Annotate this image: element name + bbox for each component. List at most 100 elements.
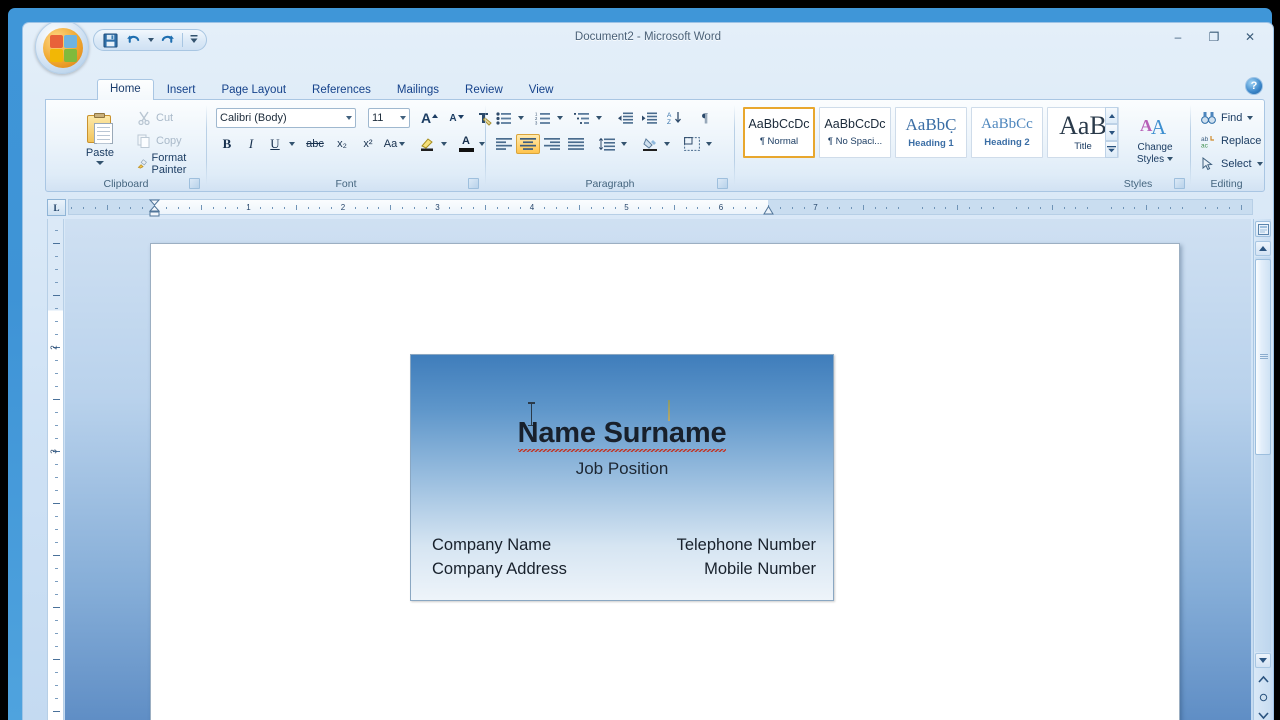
- tab-mailings[interactable]: Mailings: [384, 81, 452, 100]
- find-button[interactable]: Find: [1197, 108, 1257, 128]
- align-right-button[interactable]: [540, 134, 564, 154]
- undo-icon[interactable]: [123, 31, 144, 49]
- card-company-name[interactable]: Company Name: [432, 533, 567, 557]
- document-page[interactable]: Name Surname Job Position Company Name C…: [150, 243, 1180, 720]
- card-company-address[interactable]: Company Address: [432, 557, 567, 581]
- scroll-up-button[interactable]: [1255, 241, 1271, 256]
- justify-button[interactable]: [564, 134, 588, 154]
- style-heading-1[interactable]: AaBbC̣ Heading 1: [895, 107, 967, 158]
- subscript-button[interactable]: x₂: [330, 134, 354, 154]
- paste-button[interactable]: Paste: [74, 106, 126, 172]
- styles-scroll-up-button[interactable]: [1105, 107, 1118, 124]
- close-button[interactable]: ✕: [1235, 27, 1265, 47]
- help-icon[interactable]: ?: [1245, 77, 1263, 95]
- customize-qat-icon[interactable]: [187, 31, 200, 49]
- show-formatting-marks-button[interactable]: ¶: [693, 108, 717, 128]
- line-spacing-dropdown-chevron-down-icon[interactable]: [618, 134, 629, 154]
- paragraph-dialog-launcher[interactable]: [717, 178, 728, 189]
- change-case-button[interactable]: Aa: [382, 134, 407, 154]
- font-dialog-launcher[interactable]: [468, 178, 479, 189]
- tab-review[interactable]: Review: [452, 81, 516, 100]
- vertical-scrollbar[interactable]: [1253, 219, 1271, 720]
- shading-dropdown-chevron-down-icon[interactable]: [661, 134, 672, 154]
- card-job-position-text[interactable]: Job Position: [411, 459, 833, 479]
- copy-button[interactable]: Copy: [132, 131, 187, 151]
- find-chevron-down-icon[interactable]: [1247, 116, 1254, 120]
- minimize-button[interactable]: –: [1163, 27, 1193, 47]
- tab-page-layout[interactable]: Page Layout: [208, 81, 299, 100]
- sort-button[interactable]: A Z: [663, 108, 687, 128]
- font-name-chevron-down-icon[interactable]: [346, 116, 352, 120]
- styles-more-button[interactable]: [1105, 141, 1118, 158]
- multilevel-list-button[interactable]: [570, 108, 594, 128]
- style-normal[interactable]: AaBbCcDc ¶ Normal: [743, 107, 815, 158]
- office-button[interactable]: [35, 23, 89, 74]
- select-browse-object-icon[interactable]: [1256, 690, 1270, 704]
- numbering-dropdown-chevron-down-icon[interactable]: [554, 108, 565, 128]
- decrease-indent-button[interactable]: [613, 108, 637, 128]
- highlight-dropdown-chevron-down-icon[interactable]: [438, 134, 449, 154]
- left-indent-marker[interactable]: [148, 199, 161, 217]
- replace-button[interactable]: ab ac Replace: [1197, 131, 1265, 151]
- select-chevron-down-icon[interactable]: [1256, 162, 1263, 166]
- tab-home[interactable]: Home: [97, 79, 154, 100]
- change-styles-button[interactable]: A A Change Styles: [1124, 106, 1186, 172]
- borders-button[interactable]: [680, 134, 704, 154]
- business-card-table[interactable]: Name Surname Job Position Company Name C…: [410, 354, 834, 601]
- scroll-down-button[interactable]: [1255, 653, 1271, 668]
- vertical-scroll-thumb[interactable]: [1255, 259, 1271, 455]
- font-size-input[interactable]: 11: [368, 108, 410, 128]
- previous-page-icon[interactable]: [1256, 672, 1270, 686]
- paste-dropdown-chevron-down-icon[interactable]: [96, 161, 104, 165]
- next-page-icon[interactable]: [1256, 708, 1270, 720]
- text-highlight-color-button[interactable]: [415, 134, 439, 154]
- style-heading-2[interactable]: AaBbCc Heading 2: [971, 107, 1043, 158]
- underline-button[interactable]: U: [264, 134, 286, 154]
- increase-indent-button[interactable]: [637, 108, 661, 128]
- line-spacing-button[interactable]: [595, 134, 619, 154]
- multilevel-list-dropdown-chevron-down-icon[interactable]: [593, 108, 604, 128]
- align-center-button[interactable]: [516, 134, 540, 154]
- card-name-text[interactable]: Name Surname: [411, 417, 833, 452]
- shrink-font-button[interactable]: A: [444, 108, 469, 128]
- horizontal-ruler[interactable]: 1 2 3 4 5 6 7: [68, 199, 1253, 217]
- numbering-button[interactable]: 1 2 3: [531, 108, 555, 128]
- tab-view[interactable]: View: [516, 81, 567, 100]
- cut-button[interactable]: Cut: [132, 108, 178, 128]
- vertical-ruler[interactable]: 23: [47, 219, 64, 720]
- clipboard-dialog-launcher[interactable]: [189, 178, 200, 189]
- tab-insert[interactable]: Insert: [154, 81, 209, 100]
- tab-references[interactable]: References: [299, 81, 384, 100]
- right-indent-marker[interactable]: [763, 205, 775, 215]
- underline-dropdown-chevron-down-icon[interactable]: [286, 134, 297, 154]
- redo-icon[interactable]: [157, 31, 178, 49]
- vertical-scroll-track[interactable]: [1255, 257, 1271, 652]
- borders-dropdown-chevron-down-icon[interactable]: [703, 134, 714, 154]
- font-name-input[interactable]: Calibri (Body): [216, 108, 356, 128]
- document-canvas[interactable]: Name Surname Job Position Company Name C…: [65, 219, 1251, 720]
- save-icon[interactable]: [100, 31, 121, 49]
- style-no-spacing[interactable]: AaBbCcDc ¶ No Spaci...: [819, 107, 891, 158]
- bullets-button[interactable]: [492, 108, 516, 128]
- bullets-dropdown-chevron-down-icon[interactable]: [515, 108, 526, 128]
- browse-object-icon[interactable]: [1255, 221, 1271, 237]
- tab-stop-selector[interactable]: L: [47, 199, 66, 216]
- grow-font-button[interactable]: A: [417, 108, 442, 128]
- superscript-button[interactable]: x²: [356, 134, 380, 154]
- italic-button[interactable]: I: [240, 134, 262, 154]
- maximize-button[interactable]: ❐: [1199, 27, 1229, 47]
- bold-button[interactable]: B: [216, 134, 238, 154]
- format-painter-button[interactable]: Format Painter: [132, 152, 206, 176]
- undo-dropdown-chevron-down-icon[interactable]: [146, 31, 155, 49]
- font-color-button[interactable]: A: [455, 134, 477, 154]
- card-telephone-number[interactable]: Telephone Number: [677, 533, 816, 557]
- change-styles-chevron-down-icon[interactable]: [1167, 157, 1174, 161]
- align-left-button[interactable]: [492, 134, 516, 154]
- font-size-chevron-down-icon[interactable]: [400, 116, 406, 120]
- styles-scroll-down-button[interactable]: [1105, 124, 1118, 141]
- card-mobile-number[interactable]: Mobile Number: [677, 557, 816, 581]
- select-button[interactable]: Select: [1197, 154, 1267, 174]
- strikethrough-button[interactable]: abc: [302, 134, 328, 154]
- shading-button[interactable]: [638, 134, 662, 154]
- styles-dialog-launcher[interactable]: [1174, 178, 1185, 189]
